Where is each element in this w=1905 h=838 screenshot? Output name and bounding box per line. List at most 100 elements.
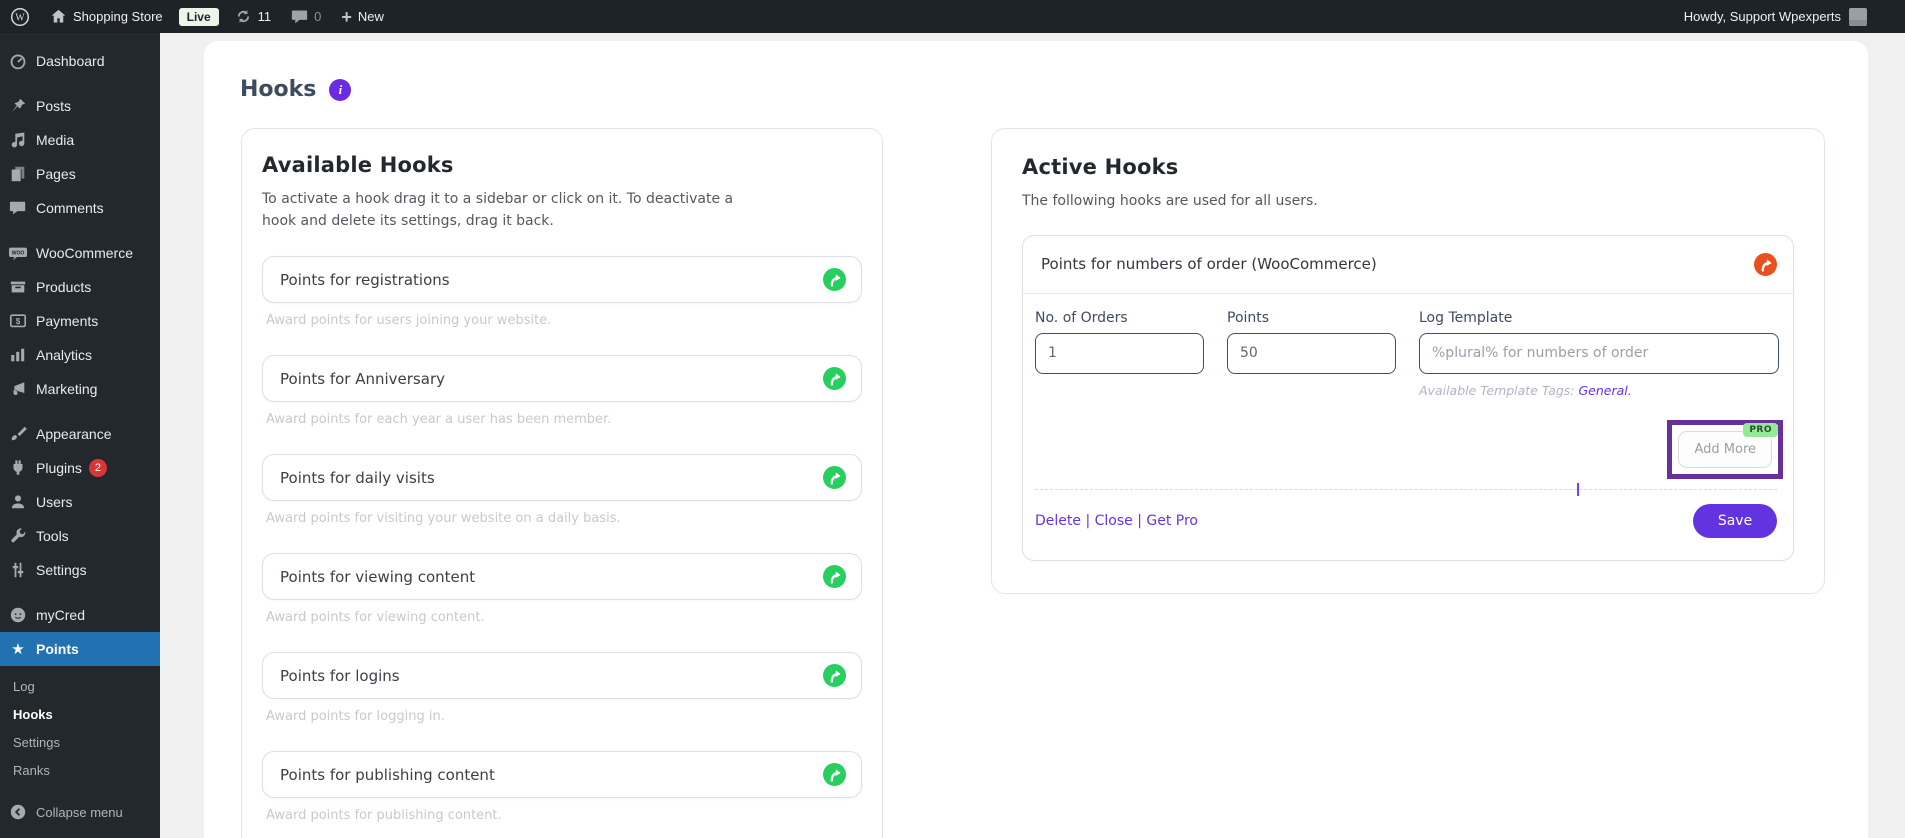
active-hooks-title: Active Hooks (1022, 155, 1794, 179)
info-icon[interactable]: i (329, 79, 351, 101)
delete-link[interactable]: Delete (1035, 513, 1081, 529)
submenu-item-hooks[interactable]: Hooks (0, 700, 160, 728)
comments-count: 0 (314, 9, 321, 24)
hook-description: Award points for each year a user has be… (266, 412, 862, 427)
collapse-menu-button[interactable]: Collapse menu (0, 796, 160, 828)
woocommerce-icon: WOO (0, 244, 36, 262)
active-hook-orders: Points for numbers of order (WooCommerce… (1022, 235, 1794, 561)
activate-arrow-icon (823, 664, 846, 687)
available-hook-anniversary[interactable]: Points for Anniversary (262, 355, 862, 402)
activate-arrow-icon (823, 367, 846, 390)
comments-icon (0, 199, 36, 217)
hook-description: Award points for publishing content. (266, 808, 862, 823)
sidebar-item-posts[interactable]: Posts (0, 89, 160, 123)
sidebar-item-users[interactable]: Users (0, 485, 160, 519)
updates-icon (235, 8, 252, 25)
points-submenu: Log Hooks Settings Ranks (0, 666, 160, 784)
box-icon (0, 278, 36, 296)
admin-bar: W Shopping Store Live 11 0 + New Ho (0, 0, 1905, 33)
comment-bubble-icon (291, 8, 308, 25)
hook-description: Award points for visiting your website o… (266, 511, 862, 526)
save-button[interactable]: Save (1693, 504, 1777, 538)
sidebar-item-tools[interactable]: Tools (0, 519, 160, 553)
deactivate-arrow-icon[interactable] (1754, 253, 1777, 276)
sidebar-item-products[interactable]: Products (0, 270, 160, 304)
available-hook-viewing-content[interactable]: Points for viewing content (262, 553, 862, 600)
available-hook-registrations[interactable]: Points for registrations (262, 256, 862, 303)
active-hooks-description: The following hooks are used for all use… (1022, 191, 1794, 213)
avatar (1849, 8, 1867, 26)
svg-text:WOO: WOO (12, 251, 25, 257)
sidebar-item-appearance[interactable]: Appearance (0, 417, 160, 451)
star-icon: ★ (0, 642, 36, 657)
template-tags-hint: Available Template Tags: General. (1419, 383, 1779, 398)
media-icon (0, 131, 36, 149)
activate-arrow-icon (823, 763, 846, 786)
cursor-tick (1577, 483, 1579, 496)
brush-icon (0, 425, 36, 443)
close-link[interactable]: Close (1095, 513, 1133, 529)
new-label: New (358, 9, 384, 24)
sidebar-item-points[interactable]: ★ Points (0, 632, 160, 666)
log-template-field-label: Log Template (1419, 310, 1779, 326)
collapse-arrow-icon (0, 803, 36, 821)
activate-arrow-icon (823, 466, 846, 489)
site-name-menu[interactable]: Shopping Store (40, 0, 173, 33)
comments-menu[interactable]: 0 (281, 0, 331, 33)
activate-arrow-icon (823, 268, 846, 291)
sidebar-item-mycred[interactable]: myCred (0, 598, 160, 632)
updates-menu[interactable]: 11 (225, 0, 282, 33)
account-menu[interactable]: Howdy, Support Wpexperts (1684, 0, 1905, 33)
live-badge[interactable]: Live (179, 8, 219, 26)
pro-badge: PRO (1743, 423, 1778, 437)
general-tags-link[interactable]: General. (1579, 383, 1632, 398)
get-pro-link[interactable]: Get Pro (1146, 513, 1198, 529)
site-name: Shopping Store (73, 9, 163, 24)
sidebar-item-analytics[interactable]: Analytics (0, 338, 160, 372)
sidebar-item-dashboard[interactable]: Dashboard (0, 44, 160, 78)
orders-field-label: No. of Orders (1035, 310, 1204, 326)
mycred-face-icon (0, 606, 36, 624)
points-field-label: Points (1227, 310, 1396, 326)
dollar-card-icon: $ (0, 312, 36, 330)
sliders-icon (0, 561, 36, 579)
sidebar-item-marketing[interactable]: Marketing (0, 372, 160, 406)
add-more-button[interactable]: Add More PRO (1678, 431, 1772, 468)
home-icon (50, 8, 67, 25)
available-hooks-description: To activate a hook drag it to a sidebar … (262, 189, 742, 232)
sidebar-item-plugins[interactable]: Plugins 2 (0, 451, 160, 485)
sidebar-item-woocommerce[interactable]: WOO WooCommerce (0, 236, 160, 270)
hook-description: Award points for logging in. (266, 709, 862, 724)
available-hook-publishing-content[interactable]: Points for publishing content (262, 751, 862, 798)
pushpin-icon (0, 97, 36, 115)
sidebar-item-payments[interactable]: $ Payments (0, 304, 160, 338)
dashed-divider (1035, 489, 1777, 490)
plus-icon: + (341, 8, 352, 26)
new-content-menu[interactable]: + New (331, 0, 394, 33)
user-icon (0, 493, 36, 511)
submenu-item-log[interactable]: Log (0, 672, 160, 700)
add-more-highlight-frame: Add More PRO (1667, 420, 1783, 479)
available-hooks-panel: Available Hooks To activate a hook drag … (241, 128, 883, 838)
wordpress-logo-icon: W (10, 7, 30, 27)
page-title: Hooks (240, 77, 316, 102)
orders-input[interactable] (1035, 333, 1204, 374)
sidebar-item-pages[interactable]: Pages (0, 157, 160, 191)
points-input[interactable] (1227, 333, 1396, 374)
sidebar: Dashboard Posts Media Pages Comments WOO (0, 33, 160, 838)
megaphone-icon (0, 380, 36, 398)
pages-icon (0, 165, 36, 183)
wordpress-logo-menu[interactable]: W (0, 0, 40, 33)
log-template-input[interactable] (1419, 333, 1779, 374)
sidebar-item-comments[interactable]: Comments (0, 191, 160, 225)
available-hook-daily-visits[interactable]: Points for daily visits (262, 454, 862, 501)
submenu-item-settings[interactable]: Settings (0, 728, 160, 756)
available-hook-logins[interactable]: Points for logins (262, 652, 862, 699)
sidebar-item-media[interactable]: Media (0, 123, 160, 157)
hook-description: Award points for viewing content. (266, 610, 862, 625)
submenu-item-ranks[interactable]: Ranks (0, 756, 160, 784)
sidebar-item-settings[interactable]: Settings (0, 553, 160, 587)
main-card: Hooks i Available Hooks To activate a ho… (204, 41, 1868, 838)
dashboard-icon (0, 52, 36, 70)
svg-text:W: W (15, 12, 25, 23)
